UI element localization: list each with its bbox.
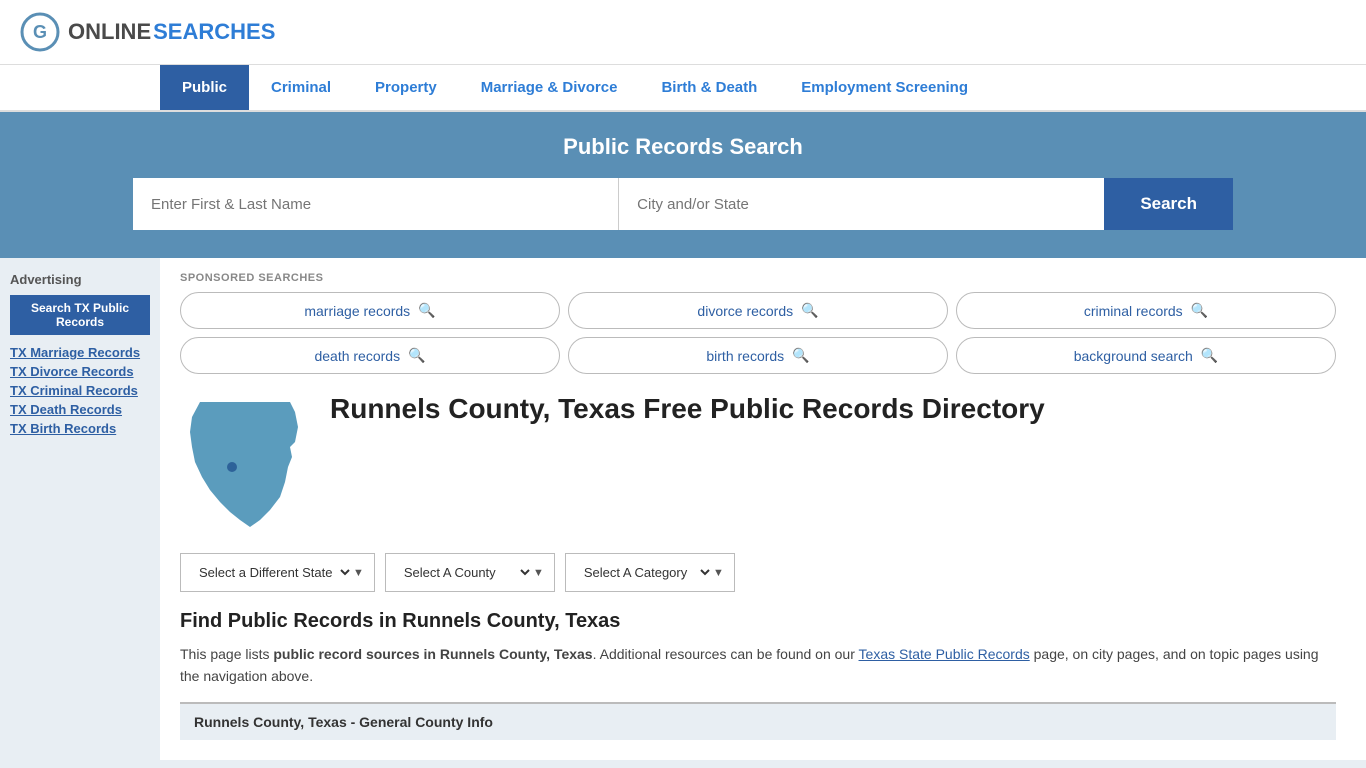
sidebar-link-criminal[interactable]: TX Criminal Records (10, 383, 150, 398)
pill-death-records[interactable]: death records 🔍 (180, 337, 560, 374)
county-section: Runnels County, Texas Free Public Record… (180, 392, 1336, 535)
chevron-down-icon: ▼ (533, 567, 544, 579)
pill-divorce-records[interactable]: divorce records 🔍 (568, 292, 948, 329)
pill-birth-records[interactable]: birth records 🔍 (568, 337, 948, 374)
pill-background-search[interactable]: background search 🔍 (956, 337, 1336, 374)
site-header: G ONLINE SEARCHES (0, 0, 1366, 65)
search-button[interactable]: Search (1104, 178, 1233, 230)
name-input[interactable] (133, 178, 619, 230)
chevron-down-icon: ▼ (353, 567, 364, 579)
search-icon: 🔍 (418, 302, 435, 319)
logo[interactable]: G ONLINE SEARCHES (20, 12, 275, 52)
nav-marriage-divorce[interactable]: Marriage & Divorce (459, 65, 640, 110)
logo-icon: G (20, 12, 60, 52)
texas-shape (190, 402, 298, 527)
location-input[interactable] (619, 178, 1104, 230)
state-dropdown[interactable]: Select a Different State (191, 554, 353, 591)
search-form: Search (133, 178, 1233, 230)
chevron-down-icon: ▼ (713, 567, 724, 579)
texas-state-link[interactable]: Texas State Public Records (859, 646, 1030, 662)
search-banner: Public Records Search Search (0, 112, 1366, 258)
sponsored-label: SPONSORED SEARCHES (180, 272, 1336, 284)
category-dropdown-wrapper[interactable]: Select A Category ▼ (565, 553, 735, 592)
pill-criminal-records[interactable]: criminal records 🔍 (956, 292, 1336, 329)
search-banner-title: Public Records Search (40, 134, 1326, 160)
search-icon: 🔍 (792, 347, 809, 364)
sidebar: Advertising Search TX Public Records TX … (0, 258, 160, 760)
county-dropdown[interactable]: Select A County (396, 554, 533, 591)
nav-public[interactable]: Public (160, 65, 249, 110)
bold-text: public record sources in Runnels County,… (273, 646, 592, 662)
dropdowns-row: Select a Different State ▼ Select A Coun… (180, 553, 1336, 592)
pill-marriage-records[interactable]: marriage records 🔍 (180, 292, 560, 329)
search-icon: 🔍 (408, 347, 425, 364)
nav-birth-death[interactable]: Birth & Death (639, 65, 779, 110)
main-area: Advertising Search TX Public Records TX … (0, 258, 1366, 760)
county-title: Runnels County, Texas Free Public Record… (330, 392, 1045, 426)
search-icon: 🔍 (1201, 347, 1218, 364)
sidebar-link-death[interactable]: TX Death Records (10, 402, 150, 417)
county-dropdown-wrapper[interactable]: Select A County ▼ (385, 553, 555, 592)
logo-text: ONLINE SEARCHES (68, 19, 275, 45)
sponsored-pills: marriage records 🔍 divorce records 🔍 cri… (180, 292, 1336, 374)
logo-searches-text: SEARCHES (153, 19, 275, 45)
search-icon: 🔍 (801, 302, 818, 319)
logo-online-text: ONLINE (68, 19, 151, 45)
advertising-label: Advertising (10, 272, 150, 287)
sidebar-link-divorce[interactable]: TX Divorce Records (10, 364, 150, 379)
county-title-area: Runnels County, Texas Free Public Record… (330, 392, 1045, 535)
find-records-title: Find Public Records in Runnels County, T… (180, 610, 1336, 633)
ad-button[interactable]: Search TX Public Records (10, 295, 150, 335)
search-icon: 🔍 (1191, 302, 1208, 319)
sidebar-link-birth[interactable]: TX Birth Records (10, 421, 150, 436)
category-dropdown[interactable]: Select A Category (576, 554, 713, 591)
nav-property[interactable]: Property (353, 65, 459, 110)
main-nav: Public Criminal Property Marriage & Divo… (0, 65, 1366, 112)
general-info-bar: Runnels County, Texas - General County I… (180, 702, 1336, 740)
page-content: SPONSORED SEARCHES marriage records 🔍 di… (160, 258, 1366, 760)
nav-employment[interactable]: Employment Screening (779, 65, 990, 110)
state-dropdown-wrapper[interactable]: Select a Different State ▼ (180, 553, 375, 592)
texas-map (180, 392, 310, 535)
svg-text:G: G (33, 22, 47, 42)
nav-criminal[interactable]: Criminal (249, 65, 353, 110)
find-records-text: This page lists public record sources in… (180, 643, 1336, 688)
sidebar-link-marriage[interactable]: TX Marriage Records (10, 345, 150, 360)
